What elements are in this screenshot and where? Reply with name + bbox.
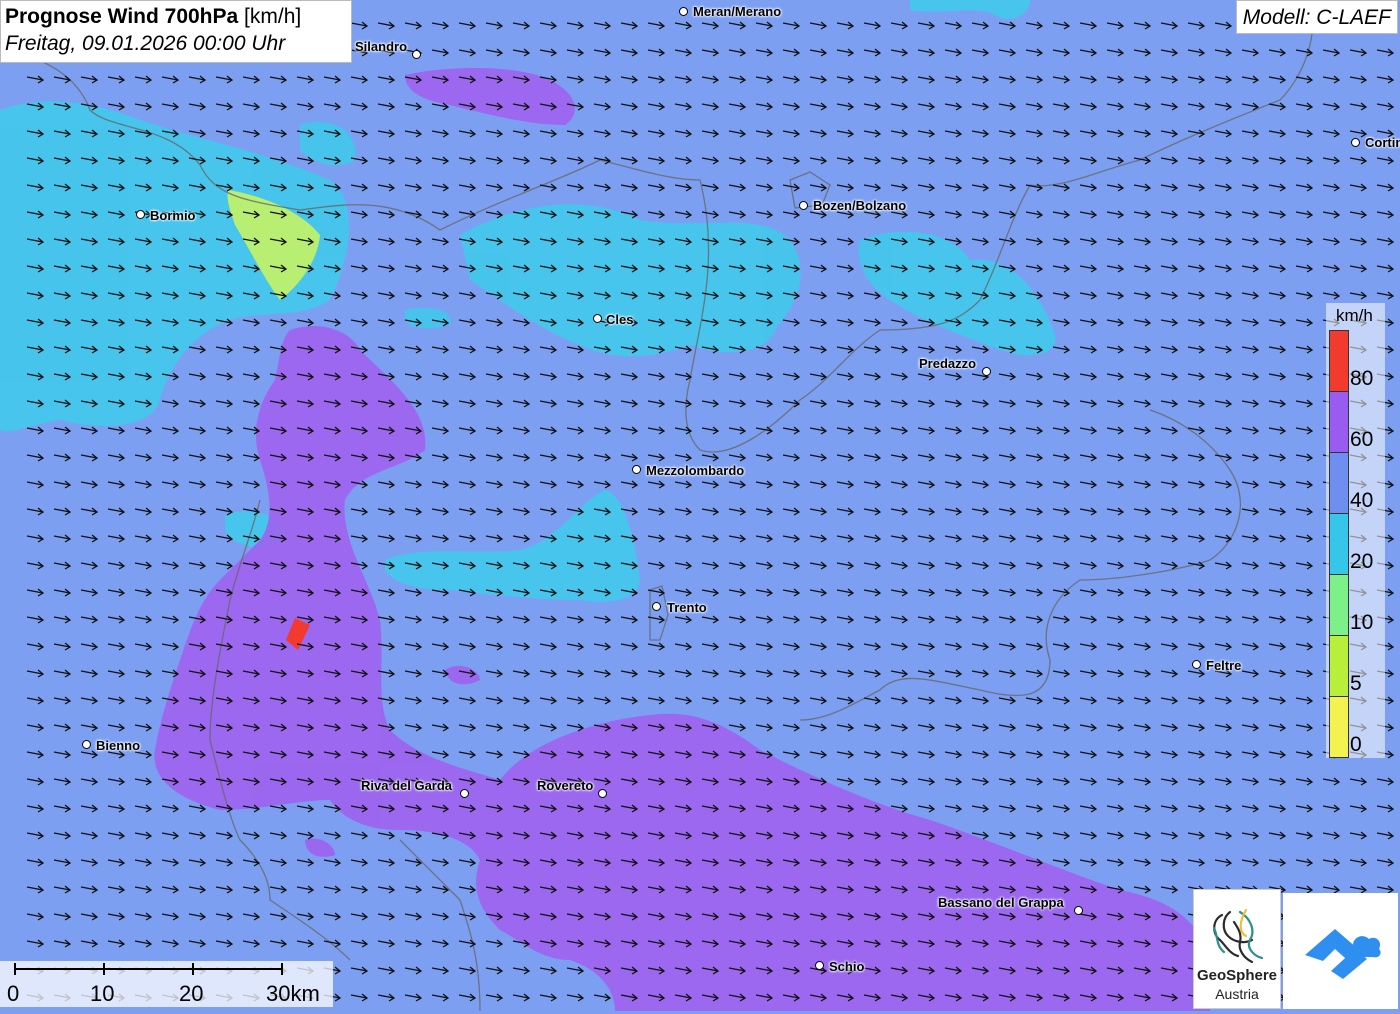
city-label: Rovereto xyxy=(537,778,594,793)
city-marker xyxy=(82,740,91,749)
geosphere-logo[interactable]: GeoSphere Austria xyxy=(1193,889,1281,1009)
weather-app-logo[interactable] xyxy=(1283,893,1398,1009)
map-title-main: Prognose Wind 700hPa xyxy=(5,5,239,28)
city-label: Predazzo xyxy=(919,356,977,371)
city-label: Feltre xyxy=(1206,658,1242,673)
city-marker xyxy=(1074,906,1083,915)
legend-label-0: 0 xyxy=(1350,733,1362,756)
map-title-unit: [km/h] xyxy=(244,5,302,28)
legend-band-60 xyxy=(1329,391,1349,453)
scale-tick xyxy=(192,963,194,975)
scale-label-20: 20 xyxy=(179,981,204,1006)
scale-label-30: 30km xyxy=(266,981,320,1006)
geosphere-name: GeoSphere xyxy=(1196,967,1278,984)
legend-label-5: 5 xyxy=(1350,672,1362,695)
geosphere-swirl-icon xyxy=(1212,908,1264,964)
legend-label-80: 80 xyxy=(1350,367,1374,390)
legend-band-40 xyxy=(1329,452,1349,514)
legend-band-80 xyxy=(1329,330,1349,392)
city-marker xyxy=(593,314,602,323)
city-label: Schio xyxy=(829,959,865,974)
city-label: Meran/Merano xyxy=(693,4,782,19)
city-marker xyxy=(598,789,607,798)
city-label: Cles xyxy=(606,312,634,327)
scale-tick xyxy=(14,963,16,975)
scale-tick xyxy=(103,963,105,975)
city-marker xyxy=(799,201,808,210)
house-cloud-icon xyxy=(1305,929,1381,979)
scale-label-10: 10 xyxy=(90,981,115,1006)
city-label: Riva del Garda xyxy=(361,778,453,793)
city-label: Silandro xyxy=(355,39,408,54)
legend-label-60: 60 xyxy=(1350,428,1374,451)
city-label: Bassano del Grappa xyxy=(938,895,1064,910)
city-marker xyxy=(982,367,991,376)
legend-band-5 xyxy=(1329,635,1349,697)
legend-band-0 xyxy=(1329,696,1349,758)
city-label: Bozen/Bolzano xyxy=(813,198,907,213)
city-marker xyxy=(1192,660,1201,669)
legend-unit: km/h xyxy=(1336,306,1373,325)
city-label: Bormio xyxy=(150,208,196,223)
scale-label-0: 0 xyxy=(7,981,20,1006)
city-marker xyxy=(652,602,661,611)
city-marker xyxy=(1351,138,1360,147)
legend-band-10 xyxy=(1329,574,1349,636)
city-marker xyxy=(460,789,469,798)
scale-tick xyxy=(281,963,283,975)
city-label: Cortina xyxy=(1365,135,1400,150)
city-marker xyxy=(815,961,824,970)
city-marker xyxy=(136,210,145,219)
forecast-datetime: Freitag, 09.01.2026 00:00 Uhr xyxy=(5,32,286,55)
map-title-box: Prognose Wind 700hPa [km/h] Freitag, 09.… xyxy=(0,0,352,63)
geosphere-sub: Austria xyxy=(1215,986,1259,1002)
legend-band-20 xyxy=(1329,513,1349,575)
city-marker xyxy=(679,7,688,16)
city-label: Trento xyxy=(667,600,707,615)
legend-label-40: 40 xyxy=(1350,489,1374,512)
city-marker xyxy=(632,465,641,474)
legend-label-20: 20 xyxy=(1350,550,1374,573)
legend-label-10: 10 xyxy=(1350,611,1374,634)
scale-line xyxy=(14,968,282,970)
city-label: Bienno xyxy=(96,738,141,753)
map-title: Prognose Wind 700hPa [km/h] xyxy=(5,4,347,30)
city-marker xyxy=(412,50,421,59)
city-label: Mezzolombardo xyxy=(646,463,745,478)
model-label: Modell: C-LAEF xyxy=(1235,0,1398,34)
wind-map[interactable] xyxy=(0,0,1400,1011)
